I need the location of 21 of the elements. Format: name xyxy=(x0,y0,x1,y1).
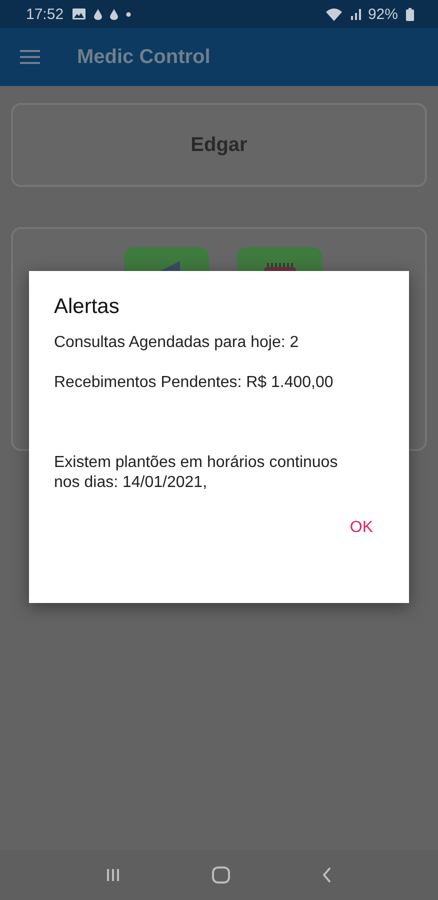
image-icon xyxy=(72,8,86,20)
battery-icon xyxy=(406,8,414,20)
dot-icon xyxy=(126,12,131,16)
wifi-icon xyxy=(326,8,342,20)
ok-button[interactable]: OK xyxy=(342,515,381,541)
alert-message: Existem plantões em horários continuos nos dias: 14/01/2021, xyxy=(54,453,339,493)
user-card[interactable]: Edgar xyxy=(11,103,427,187)
alert-message: Consultas Agendadas para hoje: 2 xyxy=(54,333,300,353)
dialog-title: Alertas xyxy=(54,295,120,319)
signal-icon xyxy=(350,8,362,20)
clock-time: 17:52 xyxy=(26,6,64,22)
drop-icon xyxy=(110,8,118,20)
app-title: Medic Control xyxy=(77,46,210,68)
battery-percent: 92% xyxy=(368,6,398,22)
drop-icon xyxy=(94,8,102,20)
recent-apps-icon[interactable] xyxy=(105,867,121,883)
alert-message: Recebimentos Pendentes: R$ 1.400,00 xyxy=(54,373,334,393)
back-icon[interactable] xyxy=(321,866,333,884)
menu-icon[interactable] xyxy=(20,50,40,64)
user-name: Edgar xyxy=(190,134,248,156)
home-icon[interactable] xyxy=(211,866,231,884)
